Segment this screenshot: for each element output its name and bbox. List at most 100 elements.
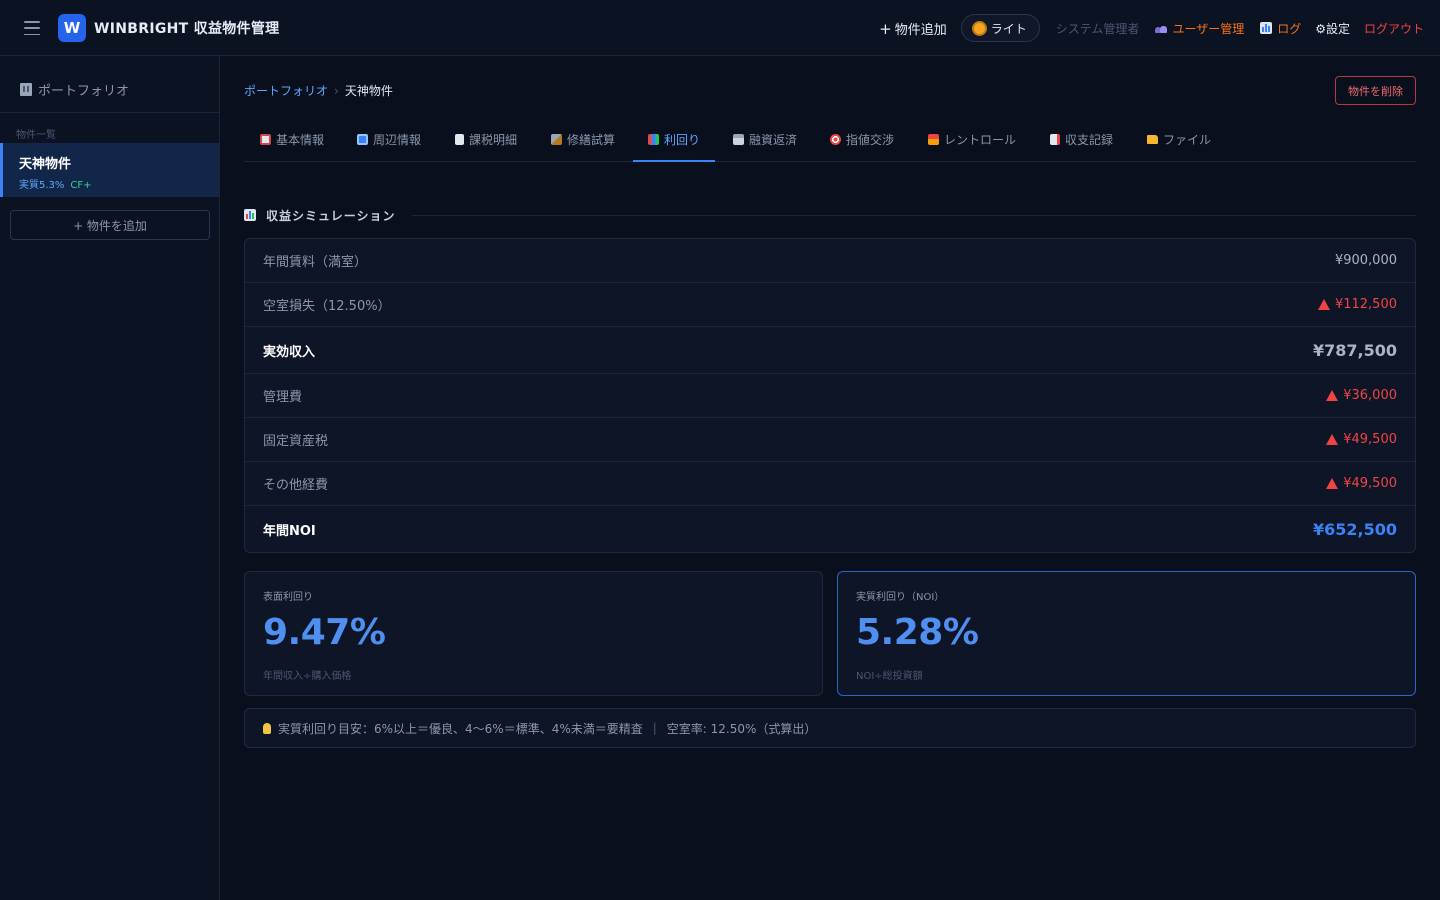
portfolio-link[interactable]: ポートフォリオ bbox=[20, 80, 129, 99]
row-value-text: ¥49,500 bbox=[1343, 476, 1397, 491]
row-label: 管理費 bbox=[263, 390, 303, 405]
target-icon bbox=[830, 134, 841, 145]
menu-icon[interactable] bbox=[24, 21, 40, 35]
row-label: 年間賃料（満室） bbox=[263, 255, 368, 270]
breadcrumb-root[interactable]: ポートフォリオ bbox=[244, 84, 328, 98]
table-row: 実効収入 ¥787,500 bbox=[245, 327, 1415, 374]
simulation-table: 年間賃料（満室） ¥900,000 空室損失（12.50%） ¥112,500 … bbox=[244, 238, 1416, 553]
sun-icon bbox=[973, 22, 985, 34]
property-list-heading: 物件一覧 bbox=[16, 130, 56, 141]
table-row: その他経費 ¥49,500 bbox=[245, 462, 1415, 506]
tab-surroundings[interactable]: 周辺情報 bbox=[357, 118, 421, 161]
tab-income-records[interactable]: 収支記録 bbox=[1050, 118, 1113, 161]
tab-label: 基本情報 bbox=[276, 133, 325, 147]
settings-link[interactable]: ⚙設定 bbox=[1315, 20, 1350, 37]
tab-label: 課税明細 bbox=[469, 133, 518, 147]
tab-rent-roll[interactable]: レントロール bbox=[928, 118, 1016, 161]
tab-basic-info[interactable]: 基本情報 bbox=[260, 118, 324, 161]
clipboard-icon bbox=[260, 134, 271, 145]
table-row: 固定資産税 ¥49,500 bbox=[245, 418, 1415, 462]
property-yield-badge: 実質5.3% bbox=[19, 180, 65, 191]
chart-icon bbox=[244, 209, 256, 221]
tab-files[interactable]: ファイル bbox=[1147, 118, 1211, 161]
row-label: その他経費 bbox=[263, 478, 329, 493]
kpi-value: 5.28% bbox=[856, 612, 979, 653]
theme-toggle-button[interactable]: ライト bbox=[960, 14, 1040, 42]
row-value: ¥652,500 bbox=[1313, 520, 1397, 539]
warning-triangle-icon bbox=[1326, 390, 1339, 401]
tab-bar: 基本情報 周辺情報 課税明細 修繕試算 利回り 融資返済 指値交渉 レントロール… bbox=[244, 118, 1416, 162]
tab-label: レントロール bbox=[944, 133, 1017, 147]
row-label: 固定資産税 bbox=[263, 434, 329, 449]
warning-triangle-icon bbox=[1326, 478, 1339, 489]
bank-icon bbox=[733, 134, 744, 145]
users-icon bbox=[1155, 24, 1168, 33]
app-title: WINBRIGHT 収益物件管理 bbox=[94, 21, 280, 37]
gross-yield-card: 表面利回り 9.47% 年間収入÷購入価格 bbox=[244, 571, 823, 696]
table-row: 空室損失（12.50%） ¥112,500 bbox=[245, 283, 1415, 327]
row-label: 実効収入 bbox=[263, 344, 316, 360]
breadcrumb: ポートフォリオ › 天神物件 bbox=[244, 82, 393, 99]
row-value-text: ¥652,500 bbox=[1312, 519, 1397, 539]
row-value-text: ¥49,500 bbox=[1343, 432, 1397, 447]
row-value-text: ¥900,000 bbox=[1334, 253, 1397, 268]
kpi-label: 実質利回り（NOI） bbox=[856, 592, 945, 603]
table-row: 年間賃料（満室） ¥900,000 bbox=[245, 239, 1415, 283]
header-actions: + 物件追加 ライト システム管理者 ユーザー管理 ログ ⚙設定 ログアウト bbox=[879, 0, 1424, 56]
net-yield-card: 実質利回り（NOI） 5.28% NOI÷総投資額 bbox=[837, 571, 1416, 696]
house-icon bbox=[928, 134, 939, 145]
row-value: ¥49,500 bbox=[1326, 476, 1397, 491]
add-property-sidebar-button[interactable]: + 物件を追加 bbox=[10, 210, 210, 240]
folder-icon bbox=[1147, 135, 1158, 144]
property-name: 天神物件 bbox=[19, 157, 72, 172]
row-value-text: ¥787,500 bbox=[1312, 340, 1397, 360]
add-property-button[interactable]: + 物件追加 bbox=[879, 19, 947, 38]
simulation-title-text: 収益シミュレーション bbox=[266, 208, 396, 223]
sidebar: ポートフォリオ 物件一覧 天神物件 実質5.3% CF+ + 物件を追加 bbox=[0, 56, 220, 900]
hammer-icon bbox=[551, 134, 562, 145]
chart-icon bbox=[648, 134, 659, 145]
sidebar-divider bbox=[0, 112, 219, 113]
portfolio-label: ポートフォリオ bbox=[38, 84, 130, 99]
row-value: ¥112,500 bbox=[1317, 297, 1397, 312]
row-value: ¥36,000 bbox=[1326, 388, 1397, 403]
kpi-value: 9.47% bbox=[263, 612, 386, 653]
tab-tax-details[interactable]: 課税明細 bbox=[455, 118, 517, 161]
lightbulb-icon bbox=[263, 722, 271, 734]
app-header: W WINBRIGHT 収益物件管理 + 物件追加 ライト システム管理者 ユーザ… bbox=[0, 0, 1440, 56]
warning-triangle-icon bbox=[1317, 299, 1330, 310]
ledger-icon bbox=[1050, 134, 1060, 145]
add-property-label: 物件追加 bbox=[894, 22, 947, 38]
breadcrumb-current: 天神物件 bbox=[344, 84, 393, 98]
sidebar-item-property[interactable]: 天神物件 実質5.3% CF+ bbox=[0, 143, 219, 197]
row-label: 空室損失（12.50%） bbox=[263, 299, 391, 314]
user-management-link[interactable]: ユーザー管理 bbox=[1155, 20, 1244, 37]
row-value: ¥900,000 bbox=[1335, 253, 1397, 268]
logout-link[interactable]: ログアウト bbox=[1364, 20, 1424, 37]
section-divider bbox=[411, 214, 1416, 216]
breadcrumb-separator: › bbox=[334, 84, 339, 98]
row-value: ¥49,500 bbox=[1326, 432, 1397, 447]
warning-triangle-icon bbox=[1326, 434, 1339, 445]
tab-label: 収支記録 bbox=[1065, 133, 1114, 147]
log-link[interactable]: ログ bbox=[1260, 20, 1301, 37]
tab-repair-estimate[interactable]: 修繕試算 bbox=[551, 118, 615, 161]
log-label: ログ bbox=[1277, 21, 1302, 36]
hint-separator: | bbox=[652, 721, 657, 735]
bar-chart-icon bbox=[1260, 22, 1273, 34]
row-value: ¥787,500 bbox=[1313, 341, 1397, 360]
tab-label: 融資返済 bbox=[749, 133, 798, 147]
user-management-label: ユーザー管理 bbox=[1172, 21, 1245, 36]
simulation-section-header: 収益シミュレーション bbox=[244, 206, 1416, 224]
vacancy-rate-text: 空室率: 12.50%（式算出） bbox=[666, 721, 817, 736]
kpi-formula: NOI÷総投資額 bbox=[856, 671, 923, 682]
user-role-text: システム管理者 bbox=[1055, 21, 1140, 36]
row-value-text: ¥112,500 bbox=[1334, 297, 1397, 312]
delete-property-button[interactable]: 物件を削除 bbox=[1335, 76, 1416, 105]
tab-loan-repayment[interactable]: 融資返済 bbox=[733, 118, 797, 161]
tab-price-negotiation[interactable]: 指値交渉 bbox=[830, 118, 894, 161]
tab-label: ファイル bbox=[1163, 133, 1212, 147]
theme-toggle-label: ライト bbox=[990, 21, 1027, 36]
tab-yield[interactable]: 利回り bbox=[633, 118, 716, 162]
row-label: 年間NOI bbox=[263, 523, 316, 539]
